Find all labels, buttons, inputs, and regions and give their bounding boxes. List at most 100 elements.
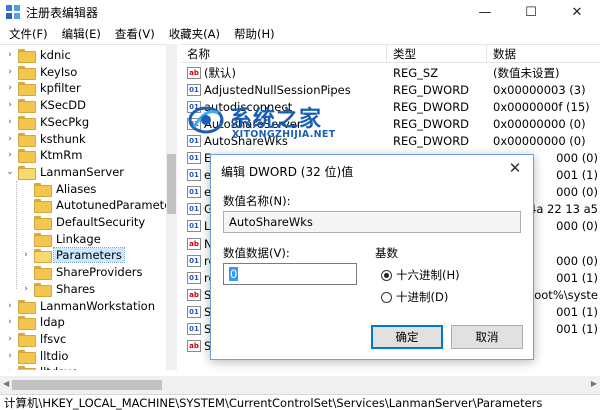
minimize-button[interactable]: — <box>462 0 508 24</box>
tree-item-shareproviders[interactable]: ShareProviders <box>20 264 145 281</box>
ok-button[interactable]: 确定 <box>371 325 443 349</box>
tree-item-autotunedparameters[interactable]: AutotunedParameters <box>20 197 176 214</box>
binary-value-icon: 01 <box>187 254 201 267</box>
tree-item-lanmanserver[interactable]: ⌄ LanmanServer <box>4 164 126 180</box>
folder-icon <box>18 366 36 370</box>
tree-item-ksecpkg[interactable]: › KSecPkg <box>4 114 91 130</box>
menu-favorites[interactable]: 收藏夹(A) <box>162 26 227 42</box>
menu-view[interactable]: 查看(V) <box>108 26 162 42</box>
value-name-field: AutoShareWks <box>223 211 521 233</box>
edit-dword-dialog: 编辑 DWORD (32 位)值 ✕ 数值名称(N): AutoShareWks… <box>210 154 534 360</box>
horizontal-scroll-thumb[interactable] <box>12 380 162 390</box>
folder-icon <box>18 115 36 130</box>
tree-scrollbar[interactable] <box>166 44 177 370</box>
chevron-right-icon[interactable]: › <box>4 67 16 77</box>
tree-item-shares[interactable]: › Shares <box>20 281 97 297</box>
list-header: 名称 类型 数据 <box>181 45 600 63</box>
scroll-left-icon[interactable]: ◀ <box>3 379 9 388</box>
tree-item-label: kdnic <box>40 48 71 62</box>
chevron-down-icon[interactable]: ⌄ <box>4 167 16 177</box>
tree-item-keyiso[interactable]: › KeyIso <box>4 64 79 80</box>
chevron-right-icon[interactable]: › <box>4 83 16 93</box>
tree-item-aliases[interactable]: Aliases <box>20 181 98 197</box>
tree-item-defaultsecurity[interactable]: DefaultSecurity <box>20 214 147 230</box>
chevron-right-icon[interactable]: › <box>4 117 16 127</box>
menu-help[interactable]: 帮助(H) <box>227 26 282 42</box>
chevron-right-icon[interactable]: › <box>4 301 16 311</box>
folder-icon <box>34 182 52 197</box>
chevron-right-icon[interactable]: › <box>4 334 16 344</box>
column-data[interactable]: 数据 <box>487 45 600 63</box>
tree-item-label: LanmanWorkstation <box>40 298 155 313</box>
folder-icon <box>34 232 52 247</box>
decimal-radio-label: 十进制(D) <box>396 290 449 304</box>
value-data: 0x00000000 (0) <box>493 133 586 148</box>
tree-item-label: ksthunk <box>40 131 86 146</box>
folder-icon <box>18 82 36 97</box>
menu-file[interactable]: 文件(F) <box>2 26 55 42</box>
folder-icon <box>18 149 36 164</box>
value-name: (默认) <box>204 65 236 80</box>
tree-item-ksthunk[interactable]: › ksthunk <box>4 131 88 147</box>
tree-item-lltdio[interactable]: › lltdio <box>4 348 70 364</box>
tree-item-lfsvc[interactable]: › lfsvc <box>4 331 68 347</box>
scroll-right-icon[interactable]: ▶ <box>591 379 597 388</box>
chevron-right-icon[interactable]: › <box>4 367 16 370</box>
tree-item-ktmrm[interactable]: › KtmRm <box>4 147 84 164</box>
chevron-right-icon[interactable]: › <box>20 284 32 294</box>
string-value-icon: ab <box>187 66 201 79</box>
value-data-input[interactable]: 0 <box>223 263 357 285</box>
value-name-label: 数值名称(N): <box>223 194 291 208</box>
dialog-close-button[interactable]: ✕ <box>505 159 525 177</box>
folder-icon <box>18 332 36 347</box>
tree-item-label: Aliases <box>56 181 97 196</box>
value-name-cell: ab (默认) <box>187 64 387 81</box>
folder-icon <box>34 282 52 297</box>
chevron-right-icon[interactable]: › <box>4 134 16 144</box>
tree-item-lanmanworkstation[interactable]: › LanmanWorkstation <box>4 298 157 314</box>
value-data: 0x0000000f (15) <box>493 99 590 114</box>
tree-item-parameters[interactable]: › Parameters <box>20 247 125 264</box>
chevron-right-icon[interactable]: › <box>4 50 16 60</box>
horizontal-scrollbar[interactable]: ◀ ▶ <box>0 376 600 394</box>
tree-item-linkage[interactable]: Linkage <box>20 231 103 247</box>
folder-icon <box>34 266 52 281</box>
value-data: (数值未设置) <box>493 65 560 80</box>
chevron-right-icon[interactable]: › <box>20 250 32 260</box>
column-type[interactable]: 类型 <box>387 45 487 63</box>
folder-icon <box>18 349 36 364</box>
chevron-right-icon[interactable]: › <box>4 317 16 327</box>
chevron-right-icon[interactable]: › <box>4 351 16 361</box>
tree-item-lltdsvc[interactable]: › lltdsvc <box>4 364 79 370</box>
menu-edit[interactable]: 编辑(E) <box>55 26 108 42</box>
decimal-radio[interactable]: 十进制(D) <box>381 289 448 305</box>
tree-item-label: DefaultSecurity <box>56 215 146 229</box>
registry-tree[interactable]: › kdnic › KeyIso › kpfilter › KSecDD › KSecPkg › ks… <box>0 44 177 370</box>
folder-icon <box>18 316 36 331</box>
value-row[interactable]: ab (默认) REG_SZ (数值未设置) <box>181 64 600 81</box>
folder-icon <box>18 132 36 147</box>
status-path: 计算机\HKEY_LOCAL_MACHINE\SYSTEM\CurrentCon… <box>4 395 543 410</box>
maximize-button[interactable]: ☐ <box>508 0 554 24</box>
cancel-button[interactable]: 取消 <box>451 325 523 349</box>
tree-item-kdnic[interactable]: › kdnic <box>4 47 73 63</box>
tree-scroll-thumb[interactable] <box>167 154 176 214</box>
close-button[interactable]: ✕ <box>554 0 600 24</box>
hex-radio-label: 十六进制(H) <box>396 268 460 282</box>
tree-item-ldap[interactable]: › ldap <box>4 314 67 331</box>
chevron-right-icon[interactable]: › <box>4 100 16 110</box>
base-group-label: 基数 <box>375 246 398 260</box>
value-type: REG_DWORD <box>393 133 470 148</box>
value-row[interactable]: 01 AdjustedNullSessionPipes REG_DWORD 0x000… <box>181 81 600 98</box>
tree-item-ksecdd[interactable]: › KSecDD <box>4 97 88 114</box>
title-bar: 注册表编辑器 — ☐ ✕ <box>0 0 600 24</box>
hex-radio[interactable]: 十六进制(H) <box>381 267 460 283</box>
tree-item-label: KeyIso <box>40 64 78 79</box>
string-value-icon: ab <box>187 237 201 250</box>
column-name[interactable]: 名称 <box>181 45 387 63</box>
chevron-right-icon[interactable]: › <box>4 150 16 160</box>
binary-value-icon: 01 <box>187 220 201 233</box>
value-data-text: 0 <box>229 267 239 281</box>
tree-item-kpfilter[interactable]: › kpfilter <box>4 80 83 97</box>
binary-value-icon: 01 <box>187 186 201 199</box>
